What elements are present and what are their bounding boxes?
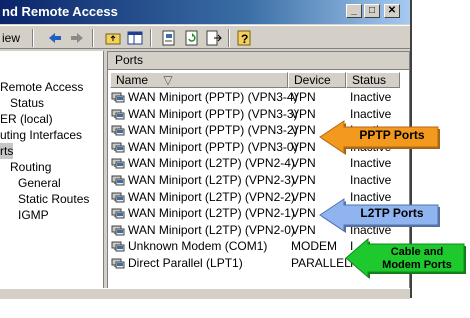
table-row[interactable]: WAN Miniport (L2TP) (VPN2-3) VPN Inactive — [108, 172, 409, 189]
port-name: WAN Miniport (L2TP) (VPN2-2) — [128, 189, 295, 204]
port-icon — [111, 175, 125, 186]
port-device: VPN — [291, 139, 316, 154]
port-name: WAN Miniport (PPTP) (VPN3-4) — [128, 90, 298, 104]
port-icon — [111, 241, 125, 252]
port-device: VPN — [291, 123, 316, 138]
port-device: VPN — [291, 173, 316, 187]
toolbar: iew ? — [0, 25, 410, 49]
port-device: VPN — [291, 222, 316, 237]
port-name: WAN Miniport (PPTP) (VPN3-3) — [128, 106, 298, 121]
tree-item-ports[interactable]: rts — [0, 143, 14, 159]
port-device: VPN — [291, 206, 316, 221]
forward-arrow-icon[interactable] — [68, 29, 86, 47]
port-device: MODEM — [291, 239, 337, 254]
port-name: Unknown Modem (COM1) — [128, 239, 268, 254]
console-tree: Remote Access Status ER (local) uting In… — [0, 51, 104, 289]
tree-item-igmp[interactable]: IGMP — [18, 207, 49, 223]
table-row[interactable]: WAN Miniport (L2TP) (VPN2-4) VPN Inactive — [108, 155, 409, 172]
view-menu[interactable]: iew — [2, 29, 20, 47]
tree-item-remote-access[interactable]: Remote Access — [0, 79, 83, 95]
toolbar-separator — [228, 29, 230, 47]
port-device: PARALLEL — [291, 256, 351, 270]
pptp-ports-label: PPTP Ports — [359, 128, 425, 142]
port-device: VPN — [291, 90, 316, 104]
svg-text:?: ? — [241, 32, 248, 46]
port-device: VPN — [291, 106, 316, 121]
port-icon — [111, 142, 125, 153]
tree-item-ip-routing[interactable]: Routing — [10, 159, 51, 175]
cable-modem-ports-label-line1: Cable and — [390, 246, 444, 258]
port-device: VPN — [291, 156, 316, 171]
tree-item-static-routes[interactable]: Static Routes — [18, 191, 89, 207]
minimize-button[interactable]: _ — [346, 4, 362, 18]
tree-item-general[interactable]: General — [18, 175, 61, 191]
port-icon — [111, 109, 125, 120]
port-icon — [111, 258, 125, 269]
column-header-status[interactable]: Status — [346, 72, 400, 88]
port-device: VPN — [291, 189, 316, 204]
pane-title: Ports — [108, 52, 409, 70]
tree-item-routing-interfaces[interactable]: uting Interfaces — [0, 127, 82, 143]
port-name: WAN Miniport (PPTP) (VPN3-2) — [128, 123, 298, 138]
title-bar[interactable]: nd Remote Access _ □ ✕ — [0, 0, 410, 24]
toolbar-separator — [32, 29, 34, 47]
port-status: Inactive — [350, 156, 392, 171]
sort-arrow-icon: ▽ — [163, 73, 173, 87]
column-header-name[interactable]: Name ▽ — [110, 72, 288, 88]
refresh-icon[interactable] — [183, 29, 201, 47]
cable-modem-ports-label-line2: Modem Ports — [382, 259, 452, 271]
maximize-button[interactable]: □ — [364, 4, 380, 18]
port-icon — [111, 125, 125, 136]
show-hide-tree-icon[interactable] — [126, 29, 144, 47]
port-icon — [111, 192, 125, 203]
port-icon — [111, 225, 125, 236]
toolbar-separator — [92, 29, 94, 47]
horizontal-scrollbar[interactable] — [0, 288, 410, 299]
back-arrow-icon[interactable] — [46, 29, 64, 47]
properties-icon[interactable] — [160, 29, 178, 47]
cable-modem-ports-label: Cable and Modem Ports — [372, 246, 462, 272]
l2tp-ports-label: L2TP Ports — [360, 206, 424, 220]
tree-item-status[interactable]: Status — [10, 95, 44, 111]
table-row[interactable]: WAN Miniport (PPTP) (VPN3-4) VPN Inactive — [108, 89, 409, 106]
port-icon — [111, 208, 125, 219]
up-folder-icon[interactable] — [104, 29, 122, 47]
window-title: nd Remote Access — [2, 4, 118, 19]
port-icon — [111, 92, 125, 103]
port-name: WAN Miniport (L2TP) (VPN2-1) — [128, 206, 295, 221]
port-name: WAN Miniport (L2TP) (VPN2-3) — [128, 173, 295, 187]
port-status: Inactive — [350, 173, 392, 187]
toolbar-separator — [150, 29, 152, 47]
export-list-icon[interactable] — [205, 29, 223, 47]
help-icon[interactable]: ? — [236, 29, 254, 47]
port-name: WAN Miniport (PPTP) (VPN3-0) — [128, 139, 298, 154]
port-name: Direct Parallel (LPT1) — [128, 256, 243, 270]
column-name-label: Name — [116, 73, 149, 87]
close-button[interactable]: ✕ — [384, 4, 400, 18]
port-icon — [111, 158, 125, 169]
column-header-device[interactable]: Device — [288, 72, 346, 88]
port-name: WAN Miniport (L2TP) (VPN2-0) — [128, 222, 295, 237]
tree-item-server-local[interactable]: ER (local) — [0, 111, 53, 127]
port-status: Inactive — [350, 90, 392, 104]
port-name: WAN Miniport (L2TP) (VPN2-4) — [128, 156, 295, 171]
